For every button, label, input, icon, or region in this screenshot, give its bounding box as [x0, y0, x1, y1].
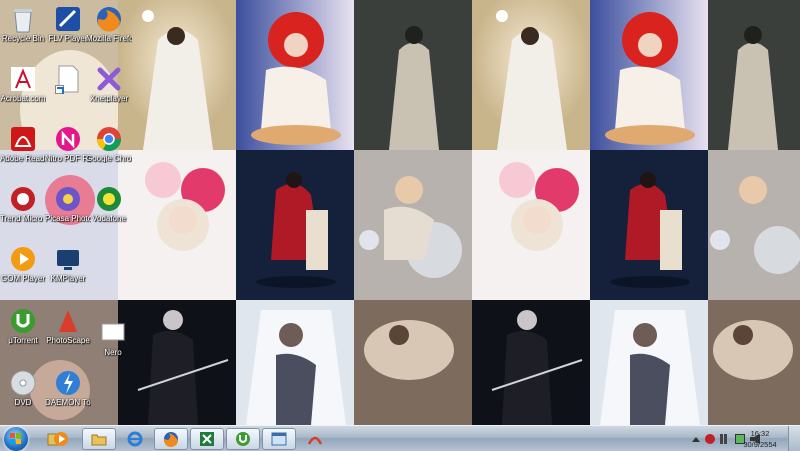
taskbar-excel[interactable] [190, 428, 224, 450]
desktop-icon-label: GOM Player [0, 274, 45, 283]
wallpaper-tile [472, 0, 590, 150]
trend-micro-icon [8, 184, 38, 214]
taskbar-media-player[interactable] [44, 428, 78, 450]
desktop-icon-acrobat-com[interactable]: Acrobat.com [0, 64, 46, 103]
desktop-icon-label: µTorrent [8, 336, 38, 345]
desktop-icon-flv-player[interactable]: FLV Player [45, 4, 91, 43]
desktop-icons: Recycle Bin FLV Player Mozilla Firefox A… [0, 0, 140, 425]
desktop-icon-label: Google Chrome [86, 154, 132, 163]
desktop-icon-label: Vodafone [92, 214, 126, 223]
desktop-icon-label: DAEMON Tools Lite [45, 398, 91, 407]
wallpaper-tile [708, 0, 800, 150]
clock[interactable]: 16:32 30/9/2554 [740, 428, 780, 450]
desktop-icon-kmplayer[interactable]: KMPlayer [45, 244, 91, 283]
taskbar: 16:32 30/9/2554 [0, 425, 800, 451]
desktop-icon-gom-player[interactable]: GOM Player [0, 244, 46, 283]
internet-explorer-icon [127, 431, 143, 447]
windows-start-icon [10, 433, 22, 445]
nero-icon [98, 318, 128, 348]
taskbar-photoscape[interactable] [298, 428, 332, 450]
desktop-icon-label: Mozilla Firefox [86, 34, 132, 43]
show-desktop-button[interactable] [788, 426, 800, 451]
media-player-icon [54, 432, 68, 446]
desktop-icon-adobe-reader[interactable]: Adobe Reader 9 [0, 124, 46, 163]
start-button[interactable] [4, 427, 28, 451]
wallpaper-tile [590, 0, 708, 150]
picasa-icon [53, 184, 83, 214]
desktop-icon-label: DVD [14, 398, 32, 407]
desktop-icon-label: Nitro PDF Reader [45, 154, 91, 163]
wallpaper-tile [354, 0, 472, 150]
wallpaper-tile [708, 300, 800, 425]
desktop-icon-label: KMPlayer [50, 274, 86, 283]
desktop-icon-label: Xnetplayer [89, 94, 129, 103]
desktop-icon-recycle-bin[interactable]: Recycle Bin [0, 4, 46, 43]
dvd-icon [8, 368, 38, 398]
photoscape-icon [307, 436, 323, 445]
shortcut-arrow-icon [55, 85, 64, 94]
desktop-icon-google-chrome[interactable]: Google Chrome [86, 124, 132, 163]
desktop-icon-shortcut-doc[interactable] [45, 64, 91, 94]
wallpaper-tile [236, 0, 354, 150]
photoscape-icon [53, 306, 83, 336]
wallpaper-tile [236, 150, 354, 300]
desktop-icon-picasa[interactable]: Picasa Photo Viewer [45, 184, 91, 223]
firefox-icon [94, 4, 124, 34]
gom-player-icon [8, 244, 38, 274]
recycle-bin-icon [8, 4, 38, 34]
document-icon [53, 64, 83, 94]
taskbar-window[interactable] [262, 428, 296, 450]
wallpaper-tile [472, 300, 590, 425]
desktop-icon-label: Adobe Reader 9 [0, 154, 46, 163]
acrobat-icon [8, 64, 38, 94]
desktop-icon-dvd[interactable]: DVD [0, 368, 46, 407]
desktop-icon-trend-micro[interactable]: Trend Micro Titanium [0, 184, 46, 223]
wallpaper-tile [354, 150, 472, 300]
desktop-icon-daemon-tools[interactable]: DAEMON Tools Lite [45, 368, 91, 407]
firefox-icon [163, 432, 178, 448]
excel-icon [200, 432, 214, 446]
desktop-icon-nero[interactable]: Nero [90, 318, 136, 357]
vodafone-icon [94, 184, 124, 214]
taskbar-internet-explorer[interactable] [118, 428, 152, 450]
desktop-icon-label: Acrobat.com [0, 94, 46, 103]
show-hidden-icons-icon[interactable] [692, 436, 700, 442]
wallpaper-tile [354, 300, 472, 425]
desktop-icon-label: Recycle Bin [1, 34, 45, 43]
desktop-icon-nitro-pdf[interactable]: Nitro PDF Reader [45, 124, 91, 163]
window-icon [271, 432, 287, 446]
taskbar-utorrent[interactable] [226, 428, 260, 450]
desktop-icon-photoscape[interactable]: PhotoScape [45, 306, 91, 345]
desktop-icon-mozilla-firefox[interactable]: Mozilla Firefox [86, 4, 132, 43]
folder-icon [91, 434, 107, 446]
network-icon[interactable] [720, 434, 730, 444]
clock-time: 16:32 [750, 429, 770, 438]
wallpaper-tile [590, 300, 708, 425]
utorrent-icon [8, 306, 38, 336]
chrome-icon [94, 124, 124, 154]
daemon-tools-icon [53, 368, 83, 398]
desktop-icon-xnetplayer[interactable]: Xnetplayer [86, 64, 132, 103]
desktop-icon-utorrent[interactable]: µTorrent [0, 306, 46, 345]
kmplayer-icon [53, 244, 83, 274]
xnetplayer-icon [94, 64, 124, 94]
utorrent-icon [236, 432, 250, 446]
desktop-icon-label: PhotoScape [46, 336, 90, 345]
desktop-icon-label: FLV Player [48, 34, 88, 43]
flag-icon[interactable] [705, 434, 715, 444]
taskbar-firefox[interactable] [154, 428, 188, 450]
wallpaper-tile [236, 300, 354, 425]
desktop-icon-vodafone[interactable]: Vodafone [86, 184, 132, 223]
clock-date: 30/9/2554 [743, 440, 777, 449]
nitro-pdf-icon [53, 124, 83, 154]
desktop-icon-label: Nero [104, 348, 122, 357]
wallpaper-tile [708, 150, 800, 300]
taskbar-folder[interactable] [82, 428, 116, 450]
flv-player-icon [53, 4, 83, 34]
wallpaper-tile [472, 150, 590, 300]
desktop-icon-label: Picasa Photo Viewer [45, 214, 91, 223]
wallpaper-tile [590, 150, 708, 300]
desktop-icon-label: Trend Micro Titanium [0, 214, 46, 223]
adobe-reader-icon [8, 124, 38, 154]
